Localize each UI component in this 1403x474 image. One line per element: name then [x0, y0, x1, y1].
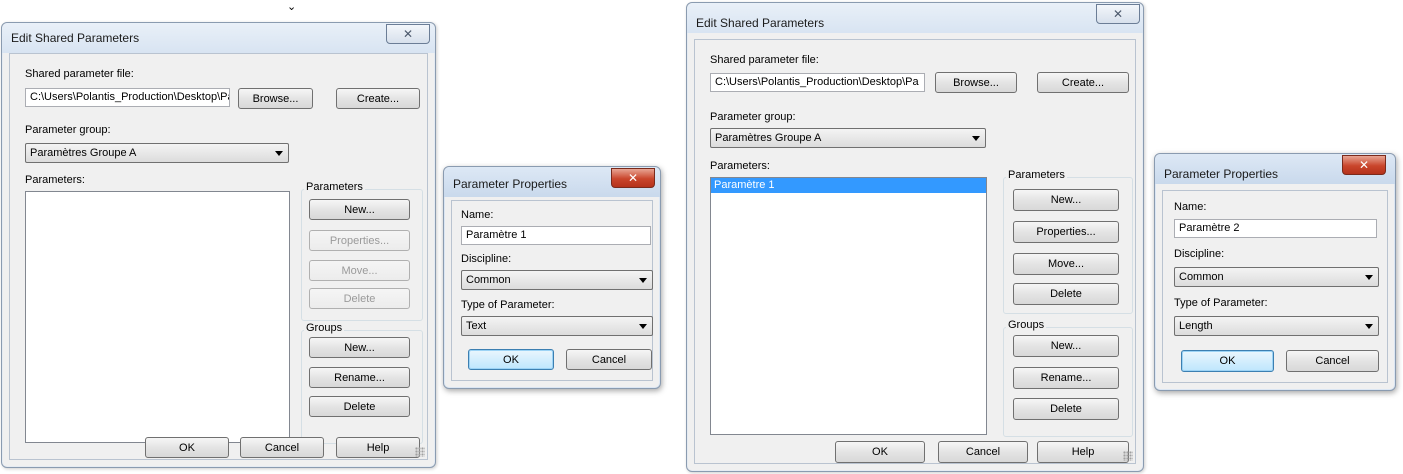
- discipline-label: Discipline:: [461, 253, 512, 265]
- parameters-label: Parameters:: [710, 160, 770, 172]
- chevron-down-icon: [275, 151, 283, 156]
- parameter-delete-button[interactable]: Delete: [1013, 283, 1119, 305]
- title-bar: Parameter Properties ✕: [1155, 154, 1395, 184]
- parameter-delete-button[interactable]: Delete: [309, 288, 410, 309]
- cancel-button[interactable]: Cancel: [1286, 350, 1379, 372]
- group-new-button[interactable]: New...: [1013, 335, 1119, 357]
- browse-button[interactable]: Browse...: [935, 72, 1017, 93]
- group-rename-button[interactable]: Rename...: [309, 367, 410, 388]
- parameter-group-value: Paramètres Groupe A: [30, 147, 137, 159]
- shared-file-field[interactable]: C:\Users\Polantis_Production\Desktop\Pa: [25, 88, 230, 107]
- close-button[interactable]: ✕: [1096, 4, 1140, 24]
- close-button[interactable]: ✕: [1342, 155, 1386, 175]
- group-new-button[interactable]: New...: [309, 337, 410, 358]
- close-icon: ✕: [402, 27, 414, 41]
- parameter-group-label: Parameter group:: [25, 124, 111, 136]
- type-label: Type of Parameter:: [1174, 297, 1268, 309]
- name-input[interactable]: Paramètre 2: [1174, 219, 1377, 238]
- dialog-title: Edit Shared Parameters: [11, 31, 140, 45]
- resize-grip-icon[interactable]: [415, 447, 425, 457]
- type-select[interactable]: Text: [461, 316, 653, 336]
- parameters-groupbox-label: Parameters: [1006, 169, 1067, 181]
- close-icon: ✕: [627, 171, 639, 185]
- name-label: Name:: [461, 209, 494, 221]
- shared-file-label: Shared parameter file:: [710, 54, 819, 66]
- parameter-new-button[interactable]: New...: [1013, 189, 1119, 211]
- parameter-properties-button[interactable]: Properties...: [309, 230, 410, 251]
- create-button[interactable]: Create...: [336, 88, 420, 109]
- chevron-down-icon: [639, 324, 647, 329]
- shared-file-field[interactable]: C:\Users\Polantis_Production\Desktop\Pa: [710, 73, 925, 92]
- dialog-body: Shared parameter file: C:\Users\Polantis…: [694, 39, 1136, 464]
- close-button[interactable]: ✕: [611, 168, 655, 188]
- dialog-body: Shared parameter file: C:\Users\Polantis…: [9, 53, 428, 460]
- title-bar: Edit Shared Parameters ✕: [2, 23, 435, 53]
- help-button[interactable]: Help: [336, 437, 420, 458]
- ok-button[interactable]: OK: [1181, 350, 1274, 372]
- create-button[interactable]: Create...: [1037, 72, 1129, 93]
- discipline-value: Common: [466, 274, 511, 286]
- resize-grip-icon[interactable]: [1123, 451, 1133, 461]
- mouse-cursor-icon: ⌄: [287, 1, 297, 13]
- close-icon: ✕: [1358, 158, 1370, 172]
- ok-button[interactable]: OK: [835, 441, 925, 463]
- dialog-title: Edit Shared Parameters: [696, 16, 825, 30]
- list-item[interactable]: Paramètre 1: [711, 178, 986, 193]
- parameter-group-value: Paramètres Groupe A: [715, 132, 822, 144]
- chevron-down-icon: [972, 136, 980, 141]
- chevron-down-icon: [639, 278, 647, 283]
- parameters-list[interactable]: [25, 191, 290, 443]
- cancel-button[interactable]: Cancel: [938, 441, 1028, 463]
- cancel-button[interactable]: Cancel: [566, 349, 652, 370]
- dialog-title: Parameter Properties: [1164, 167, 1279, 181]
- edit-shared-parameters-dialog-right: Edit Shared Parameters ✕ Shared paramete…: [686, 2, 1144, 472]
- dialog-body: Name: Paramètre 2 Discipline: Common Typ…: [1162, 190, 1388, 383]
- parameter-properties-dialog-right: Parameter Properties ✕ Name: Paramètre 2…: [1154, 153, 1396, 391]
- discipline-select[interactable]: Common: [1174, 267, 1379, 287]
- parameters-label: Parameters:: [25, 174, 85, 186]
- cancel-button[interactable]: Cancel: [240, 437, 324, 458]
- group-rename-button[interactable]: Rename...: [1013, 367, 1119, 389]
- close-icon: ✕: [1112, 7, 1124, 21]
- ok-button[interactable]: OK: [468, 349, 554, 370]
- parameter-properties-button[interactable]: Properties...: [1013, 221, 1119, 243]
- type-value: Text: [466, 320, 487, 332]
- discipline-select[interactable]: Common: [461, 270, 653, 290]
- chevron-down-icon: [1365, 275, 1373, 280]
- title-bar: Parameter Properties ✕: [444, 167, 660, 197]
- parameter-move-button[interactable]: Move...: [309, 260, 410, 281]
- title-bar: Edit Shared Parameters ✕: [687, 3, 1143, 33]
- type-select[interactable]: Length: [1174, 316, 1379, 336]
- name-input[interactable]: Paramètre 1: [461, 226, 651, 245]
- type-value: Length: [1179, 320, 1213, 332]
- name-label: Name:: [1174, 201, 1207, 213]
- group-delete-button[interactable]: Delete: [1013, 398, 1119, 420]
- shared-file-label: Shared parameter file:: [25, 68, 134, 80]
- parameters-groupbox-label: Parameters: [304, 181, 365, 193]
- help-button[interactable]: Help: [1037, 441, 1129, 463]
- group-delete-button[interactable]: Delete: [309, 396, 410, 417]
- groups-groupbox-label: Groups: [1006, 319, 1047, 331]
- browse-button[interactable]: Browse...: [238, 88, 313, 109]
- edit-shared-parameters-dialog-left: Edit Shared Parameters ✕ Shared paramete…: [1, 22, 436, 468]
- parameters-list[interactable]: Paramètre 1: [710, 177, 987, 435]
- close-button[interactable]: ✕: [386, 24, 430, 44]
- parameter-properties-dialog-left: Parameter Properties ✕ Name: Paramètre 1…: [443, 166, 661, 389]
- groups-groupbox-label: Groups: [304, 322, 345, 334]
- type-label: Type of Parameter:: [461, 299, 555, 311]
- parameter-move-button[interactable]: Move...: [1013, 253, 1119, 275]
- parameter-group-label: Parameter group:: [710, 111, 796, 123]
- dialog-title: Parameter Properties: [453, 177, 568, 191]
- parameter-group-select[interactable]: Paramètres Groupe A: [25, 143, 289, 163]
- discipline-label: Discipline:: [1174, 248, 1225, 260]
- parameter-new-button[interactable]: New...: [309, 199, 410, 220]
- parameter-group-select[interactable]: Paramètres Groupe A: [710, 128, 986, 148]
- chevron-down-icon: [1365, 324, 1373, 329]
- ok-button[interactable]: OK: [145, 437, 229, 458]
- discipline-value: Common: [1179, 271, 1224, 283]
- dialog-body: Name: Paramètre 1 Discipline: Common Typ…: [451, 200, 653, 381]
